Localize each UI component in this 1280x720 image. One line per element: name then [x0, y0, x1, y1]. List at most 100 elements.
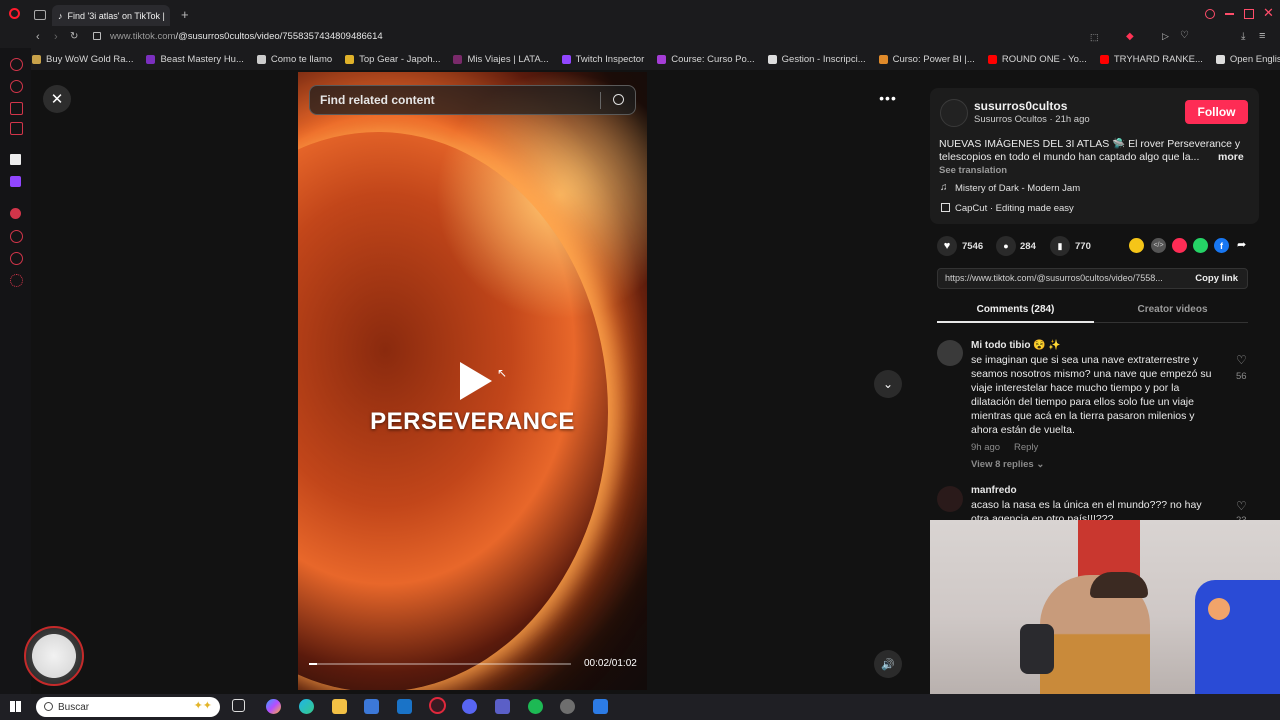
bookmark-label: Beast Mastery Hu... — [160, 53, 244, 65]
twitch-icon[interactable] — [10, 176, 21, 187]
minimize-button[interactable] — [1225, 13, 1234, 15]
spotify-icon[interactable] — [528, 699, 543, 714]
url-field[interactable]: www.tiktok.com/@susurros0cultos/video/75… — [110, 31, 383, 42]
tab-active[interactable]: ♪ Find '3i atlas' on TikTok | — [52, 5, 170, 26]
active-tab-indicator — [937, 321, 1094, 323]
code-icon: </> — [1153, 242, 1164, 249]
like-button[interactable]: ♥ — [937, 236, 957, 256]
video-progress-bar[interactable] — [309, 663, 571, 665]
edge-icon[interactable] — [299, 699, 314, 714]
bookmark-item[interactable]: Como te llamo — [256, 54, 332, 65]
comment-like-icon[interactable]: ♡ — [1236, 499, 1247, 513]
bookmark-item[interactable]: Curso: Power BI |... — [878, 54, 975, 65]
teams-icon[interactable] — [495, 699, 510, 714]
bookmark-item[interactable]: Beast Mastery Hu... — [146, 53, 244, 65]
copilot-icon[interactable] — [266, 699, 281, 714]
see-translation-link[interactable]: See translation — [939, 165, 1007, 176]
opera-taskbar-icon[interactable] — [429, 697, 446, 714]
music-title[interactable]: Mistery of Dark - Modern Jam — [955, 183, 1080, 194]
heart-icon[interactable]: ♡ — [1180, 30, 1189, 41]
comment-button[interactable]: ● — [996, 236, 1016, 256]
follow-button[interactable]: Follow — [1185, 100, 1248, 124]
post-link-url[interactable]: https://www.tiktok.com/@susurros0cultos/… — [945, 273, 1163, 283]
more-options-button[interactable]: ••• — [874, 84, 902, 112]
author-username[interactable]: susurros0cultos — [974, 99, 1067, 113]
comment-avatar[interactable] — [937, 340, 963, 366]
play-icon[interactable]: ▷ — [1162, 31, 1169, 42]
related-search-input[interactable]: Find related content — [309, 85, 636, 115]
settings-icon[interactable] — [10, 274, 23, 287]
hair — [1090, 572, 1148, 598]
comment-avatar[interactable] — [937, 486, 963, 512]
avatar[interactable] — [940, 99, 968, 127]
embed-button[interactable]: </> — [1151, 238, 1166, 253]
reload-icon[interactable]: ↻ — [70, 31, 78, 42]
bookmark-item[interactable]: Open English Plat... — [1215, 54, 1280, 65]
store-icon[interactable] — [364, 699, 379, 714]
discord-icon[interactable] — [462, 699, 477, 714]
forward-icon[interactable]: › — [54, 31, 58, 43]
maximize-button[interactable] — [1244, 9, 1254, 19]
menu-icon[interactable]: ≡ — [1259, 30, 1265, 42]
sidebar-icon[interactable] — [10, 80, 23, 93]
share-friends-button[interactable] — [1129, 238, 1144, 253]
music-icon: ♫ — [940, 182, 948, 193]
start-icon[interactable] — [10, 701, 21, 712]
next-video-button[interactable]: ⌄ — [874, 370, 902, 398]
bookmark-item[interactable]: Course: Curso Po... — [657, 54, 755, 65]
bookmark-item[interactable]: ROUND ONE - Yo... — [987, 54, 1087, 65]
file-explorer-icon[interactable] — [332, 699, 347, 714]
close-window-button[interactable]: ✕ — [1263, 5, 1274, 21]
search-icon[interactable] — [613, 94, 624, 105]
save-button[interactable]: ▮ — [1050, 236, 1070, 256]
close-video-button[interactable]: ✕ — [43, 85, 71, 113]
bookmark-item[interactable]: Top Gear - Japoh... — [345, 54, 440, 65]
sidebar-icon[interactable] — [10, 208, 21, 219]
taskbar-search[interactable]: Buscar ✦✦ — [36, 697, 220, 717]
comment-author[interactable]: Mi todo tibio 😵 ✨ — [971, 340, 1061, 351]
play-button[interactable] — [460, 362, 492, 400]
comment-author[interactable]: manfredo — [971, 485, 1017, 496]
like-count: 7546 — [962, 241, 984, 252]
shield-icon[interactable]: ◆ — [1126, 31, 1134, 42]
cat-logo — [24, 626, 84, 686]
app-icon[interactable] — [560, 699, 575, 714]
more-link[interactable]: more — [1218, 151, 1244, 163]
app-icon[interactable] — [593, 699, 608, 714]
bookmark-item[interactable]: TRYHARD RANKE... — [1099, 54, 1203, 65]
sidebar-icon[interactable] — [10, 102, 23, 115]
outlook-icon[interactable] — [397, 699, 412, 714]
search-icon[interactable] — [1205, 9, 1215, 19]
share-arrow-icon[interactable]: ➦ — [1237, 238, 1246, 251]
sidebar-icon[interactable] — [10, 230, 23, 243]
sparkle-icon: ✦✦ — [193, 700, 212, 712]
bookmark-item[interactable]: Gestion - Inscripci... — [767, 54, 866, 65]
bookmark-item[interactable]: Twitch Inspector — [561, 54, 644, 65]
tab-comments[interactable]: Comments (284) — [937, 304, 1094, 315]
chair — [1195, 580, 1280, 694]
task-view-icon[interactable] — [232, 699, 245, 712]
view-replies-button[interactable]: View 8 replies ⌄ — [971, 459, 1044, 470]
sidebar-icon[interactable] — [10, 252, 23, 265]
sidebar-icon[interactable] — [10, 58, 23, 71]
share-send-button[interactable] — [1172, 238, 1187, 253]
bookmark-favicon-icon — [878, 54, 888, 64]
bookmark-icon[interactable]: ⬚ — [1090, 32, 1099, 43]
sidebar-icon[interactable] — [10, 122, 23, 135]
bookmark-item[interactable]: Buy WoW Gold Ra... — [32, 54, 133, 65]
volume-button[interactable]: 🔊 — [874, 650, 902, 678]
opera-logo-icon[interactable] — [9, 8, 20, 19]
comment-like-icon[interactable]: ♡ — [1236, 353, 1247, 367]
back-icon[interactable]: ‹ — [36, 31, 40, 43]
whatsapp-button[interactable] — [1193, 238, 1208, 253]
download-icon[interactable]: ⤓ — [1241, 31, 1245, 42]
reply-button[interactable]: Reply — [1014, 442, 1038, 453]
copy-link-button[interactable]: Copy link — [1195, 273, 1238, 284]
tab-overview-icon[interactable] — [34, 10, 46, 20]
capcut-anchor[interactable]: CapCut · Editing made easy — [955, 203, 1074, 214]
sidebar-icon[interactable] — [10, 154, 21, 165]
bookmark-item[interactable]: Mis Viajes | LATA... — [453, 54, 549, 65]
tab-creator-videos[interactable]: Creator videos — [1094, 304, 1251, 315]
new-tab-button[interactable]: + — [181, 7, 189, 22]
facebook-button[interactable]: f — [1214, 238, 1229, 253]
